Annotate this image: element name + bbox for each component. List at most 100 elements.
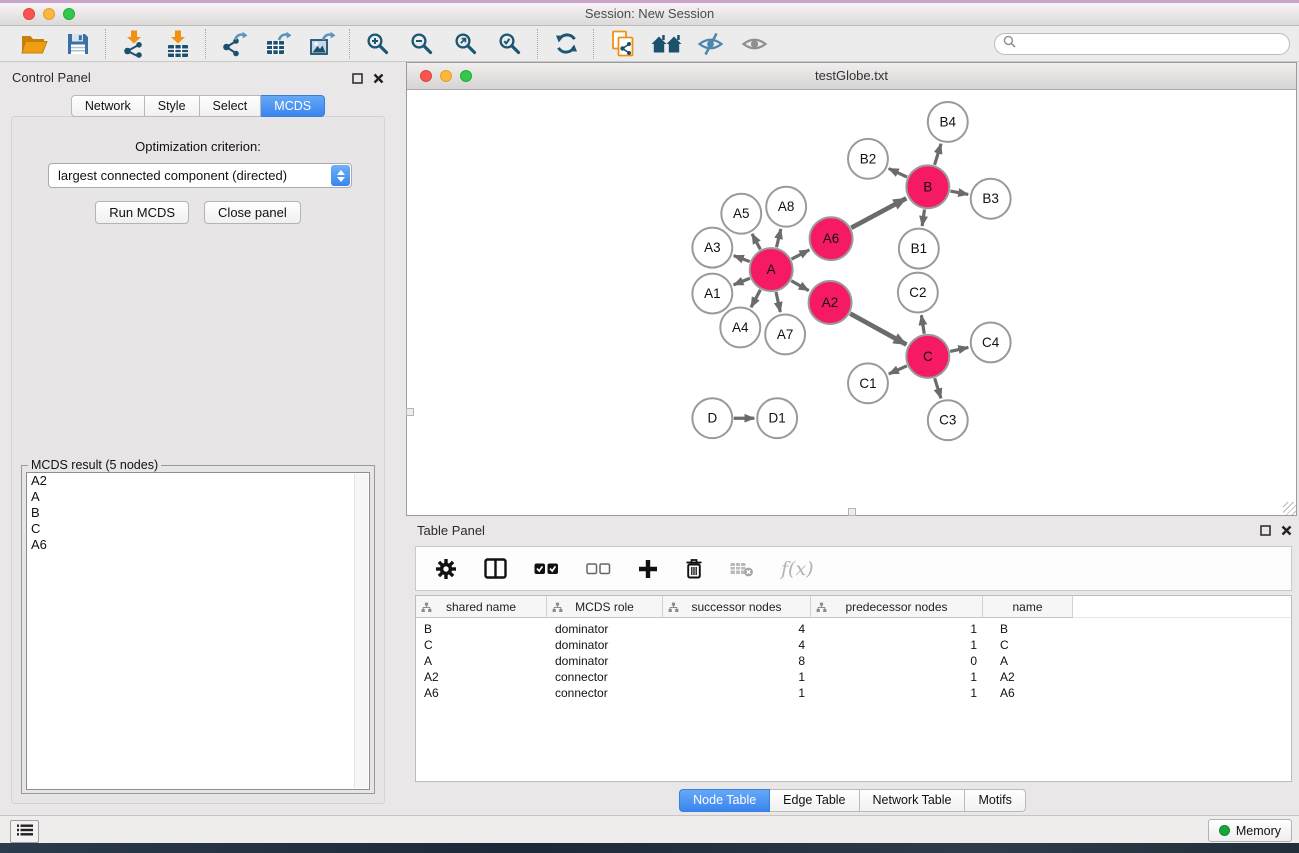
node-B4[interactable]: B4 xyxy=(928,102,968,142)
result-item[interactable]: C xyxy=(27,521,369,537)
edge-C-C2[interactable] xyxy=(921,315,924,334)
zoom-network-window-button[interactable] xyxy=(460,70,472,82)
node-B3[interactable]: B3 xyxy=(971,179,1011,219)
edge-B-B1[interactable] xyxy=(922,209,924,225)
edge-A-A2[interactable] xyxy=(791,281,809,291)
add-column-button[interactable] xyxy=(638,559,658,579)
close-panel-icon[interactable] xyxy=(373,73,384,84)
network-canvas[interactable]: AA1A2A3A4A5A6A7A8BB1B2B3B4CC1C2C3C4DD1 xyxy=(407,90,1296,515)
zoom-window-button[interactable] xyxy=(63,8,75,20)
tab-mcds[interactable]: MCDS xyxy=(261,95,325,117)
export-image-button[interactable] xyxy=(300,27,344,61)
hide-details-button[interactable] xyxy=(688,27,732,61)
node-D1[interactable]: D1 xyxy=(757,398,797,438)
search-box[interactable] xyxy=(994,33,1290,55)
edge-A-A7[interactable] xyxy=(776,292,780,312)
result-item[interactable]: A xyxy=(27,489,369,505)
node-A1[interactable]: A1 xyxy=(692,274,732,314)
table-row[interactable]: A6connector11A6 xyxy=(416,685,1291,701)
edge-A6-B[interactable] xyxy=(851,198,906,227)
edge-B-B3[interactable] xyxy=(950,191,968,194)
node-A3[interactable]: A3 xyxy=(692,228,732,268)
column-header-predecessor-nodes[interactable]: predecessor nodes xyxy=(811,596,983,618)
window-resize-grip[interactable] xyxy=(1283,502,1296,515)
edge-C-C3[interactable] xyxy=(935,378,941,398)
edge-C-C4[interactable] xyxy=(950,347,968,351)
unselect-all-columns-button[interactable] xyxy=(586,563,611,575)
node-A6[interactable]: A6 xyxy=(810,217,853,260)
edge-A-A1[interactable] xyxy=(734,278,750,285)
minimize-network-window-button[interactable] xyxy=(440,70,452,82)
export-table-button[interactable] xyxy=(256,27,300,61)
edge-A-A6[interactable] xyxy=(792,250,810,259)
import-table-button[interactable] xyxy=(156,27,200,61)
delete-columns-button[interactable] xyxy=(685,558,703,579)
zoom-selected-button[interactable] xyxy=(488,27,532,61)
float-panel-icon[interactable] xyxy=(352,73,363,84)
table-row[interactable]: Bdominator41B xyxy=(416,621,1291,637)
node-A7[interactable]: A7 xyxy=(765,314,805,354)
run-mcds-button[interactable]: Run MCDS xyxy=(95,201,189,224)
minimize-window-button[interactable] xyxy=(43,8,55,20)
show-details-button[interactable] xyxy=(732,27,776,61)
column-header-mcds-role[interactable]: MCDS role xyxy=(547,596,663,618)
table-row[interactable]: Cdominator41C xyxy=(416,637,1291,653)
criterion-select[interactable]: largest connected component (directed) xyxy=(48,163,352,188)
close-network-window-button[interactable] xyxy=(420,70,432,82)
split-view-button[interactable] xyxy=(484,558,507,579)
result-list-scrollbar[interactable] xyxy=(354,474,368,788)
zoom-in-button[interactable] xyxy=(356,27,400,61)
close-table-panel-icon[interactable] xyxy=(1281,525,1292,536)
column-header-shared-name[interactable]: shared name xyxy=(416,596,547,618)
node-A5[interactable]: A5 xyxy=(721,194,761,234)
node-C2[interactable]: C2 xyxy=(898,273,938,313)
node-C1[interactable]: C1 xyxy=(848,363,888,403)
tab-network[interactable]: Network xyxy=(71,95,145,117)
edge-A-A5[interactable] xyxy=(752,234,760,249)
node-A[interactable]: A xyxy=(750,248,793,291)
vertical-splitter-handle[interactable] xyxy=(406,408,414,416)
tab-edge-table[interactable]: Edge Table xyxy=(770,789,859,812)
close-window-button[interactable] xyxy=(23,8,35,20)
tab-node-table[interactable]: Node Table xyxy=(679,789,770,812)
zoom-out-button[interactable] xyxy=(400,27,444,61)
result-item[interactable]: A2 xyxy=(27,473,369,489)
tab-select[interactable]: Select xyxy=(200,95,262,117)
node-B2[interactable]: B2 xyxy=(848,139,888,179)
edge-A-A8[interactable] xyxy=(777,229,781,247)
edge-A-A4[interactable] xyxy=(751,290,760,307)
zoom-fit-button[interactable] xyxy=(444,27,488,61)
close-panel-button[interactable]: Close panel xyxy=(204,201,301,224)
node-C[interactable]: C xyxy=(906,335,949,378)
tab-style[interactable]: Style xyxy=(145,95,200,117)
export-network-button[interactable] xyxy=(212,27,256,61)
horizontal-splitter-handle[interactable] xyxy=(848,508,856,516)
home-button[interactable] xyxy=(644,27,688,61)
edge-B-B4[interactable] xyxy=(935,144,941,165)
node-C4[interactable]: C4 xyxy=(971,322,1011,362)
table-row[interactable]: Adominator80A xyxy=(416,653,1291,669)
edge-B-B2[interactable] xyxy=(889,169,907,178)
import-network-button[interactable] xyxy=(112,27,156,61)
task-history-button[interactable] xyxy=(10,820,39,843)
float-table-panel-icon[interactable] xyxy=(1260,525,1271,536)
memory-button[interactable]: Memory xyxy=(1208,819,1292,842)
open-file-button[interactable] xyxy=(12,27,56,61)
result-item[interactable]: A6 xyxy=(27,537,369,553)
edge-A2-C[interactable] xyxy=(850,314,906,345)
search-input[interactable] xyxy=(1021,36,1289,52)
select-all-columns-button[interactable] xyxy=(534,563,559,575)
network-window-titlebar[interactable]: testGlobe.txt xyxy=(407,63,1296,90)
mcds-result-list[interactable]: A2ABCA6 xyxy=(26,472,370,790)
node-B1[interactable]: B1 xyxy=(899,229,939,269)
column-header-name[interactable]: name xyxy=(983,596,1073,618)
edge-C-C1[interactable] xyxy=(889,366,907,374)
tab-network-table[interactable]: Network Table xyxy=(860,789,966,812)
result-item[interactable]: B xyxy=(27,505,369,521)
save-session-button[interactable] xyxy=(56,27,100,61)
node-A8[interactable]: A8 xyxy=(766,187,806,227)
node-A2[interactable]: A2 xyxy=(809,281,852,324)
node-C3[interactable]: C3 xyxy=(928,400,968,440)
tab-motifs[interactable]: Motifs xyxy=(965,789,1025,812)
settings-button[interactable] xyxy=(435,558,457,580)
